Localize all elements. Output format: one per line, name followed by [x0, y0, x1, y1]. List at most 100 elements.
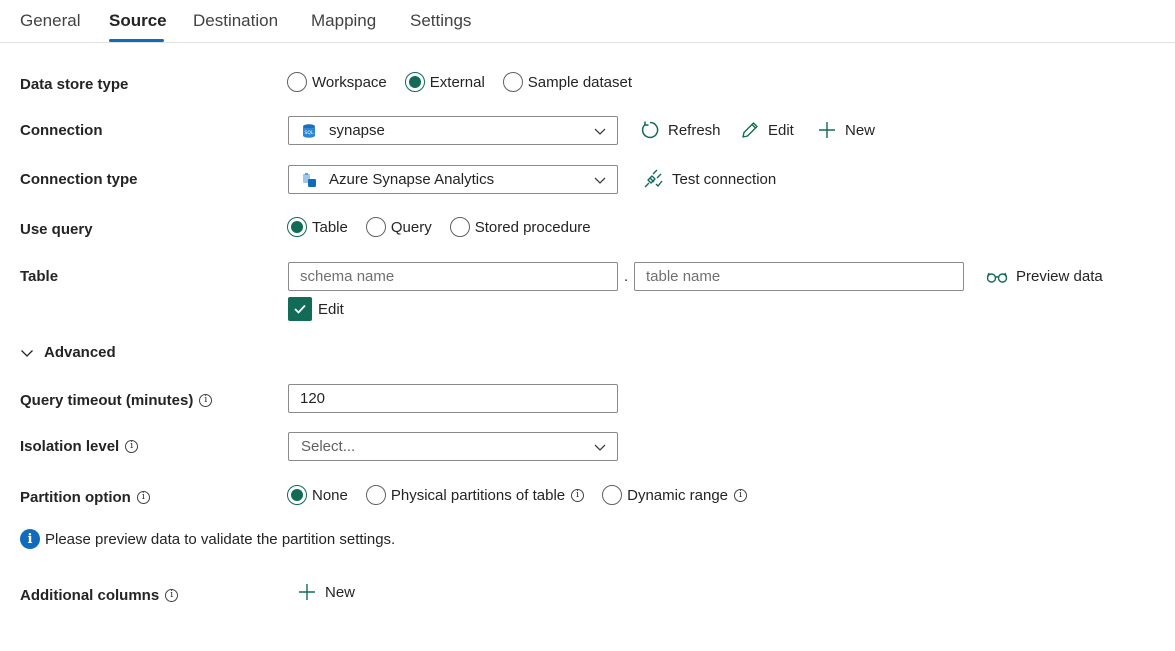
connection-value: synapse [329, 122, 385, 139]
new-label: New [845, 121, 876, 139]
radio-label: Dynamic range [627, 486, 729, 504]
glasses-icon [986, 272, 1008, 283]
checkbox-checked[interactable] [288, 297, 312, 321]
info-icon[interactable]: i [199, 394, 213, 407]
radio-circle[interactable] [449, 217, 470, 237]
info-icon[interactable]: i [165, 589, 179, 602]
radio-circle[interactable] [502, 72, 523, 92]
additional-columns-label: Additional columns i [20, 587, 179, 604]
radio-label: Table [312, 218, 348, 236]
table-name-placeholder: table name [646, 268, 721, 285]
radio-label: Workspace [312, 73, 387, 91]
table-label: Table [20, 268, 59, 285]
use-query-label: Use query [20, 221, 93, 238]
connection-label: Connection [20, 122, 103, 139]
radio-dynamic-range[interactable]: Dynamic range i [602, 485, 748, 505]
query-timeout-label-text: Query timeout (minutes) [20, 392, 194, 409]
refresh-button[interactable]: Refresh [640, 120, 721, 140]
chevron-down-icon [594, 177, 606, 184]
info-icon[interactable]: i [125, 440, 139, 453]
pencil-icon [742, 122, 758, 138]
radio-label: Physical partitions of table [390, 486, 566, 504]
plus-icon [819, 122, 835, 138]
schema-name-placeholder: schema name [300, 268, 395, 285]
active-tab-indicator [109, 39, 164, 42]
edit-connection-button[interactable]: Edit [740, 120, 794, 140]
partition-option-label: Partition option i [20, 489, 150, 506]
radio-sample-dataset[interactable]: Sample dataset [502, 72, 633, 92]
radio-none[interactable]: None [287, 485, 348, 505]
query-timeout-value: 120 [300, 390, 326, 407]
chevron-down-icon [594, 128, 606, 135]
radio-circle[interactable] [365, 217, 386, 237]
tab-settings[interactable]: Settings [410, 11, 471, 31]
preview-data-button[interactable]: Preview data [986, 268, 1103, 285]
svg-text:SQL: SQL [305, 130, 314, 136]
connection-type-label: Connection type [20, 171, 138, 188]
advanced-label: Advanced [44, 344, 116, 361]
query-timeout-label: Query timeout (minutes) i [20, 392, 213, 409]
isolation-level-label-text: Isolation level [20, 438, 120, 455]
isolation-level-dropdown[interactable]: Select... [288, 432, 618, 461]
data-store-type-radio-group: Workspace External Sample dataset [287, 72, 650, 92]
tab-destination[interactable]: Destination [193, 11, 278, 31]
data-store-type-label: Data store type [20, 76, 129, 93]
schema-name-input[interactable]: schema name [288, 262, 618, 291]
radio-circle[interactable] [287, 72, 307, 92]
radio-circle-selected[interactable] [404, 72, 425, 92]
radio-circle-selected[interactable] [287, 485, 307, 505]
synapse-analytics-icon [303, 172, 316, 187]
radio-label: None [312, 486, 348, 504]
schema-table-separator: . [624, 268, 629, 285]
preview-data-label: Preview data [1016, 268, 1103, 285]
refresh-icon [641, 121, 659, 139]
chevron-down-icon [594, 444, 606, 451]
isolation-level-placeholder: Select... [301, 438, 356, 455]
edit-table-checkbox[interactable]: Edit [288, 297, 344, 321]
test-connection-label: Test connection [672, 170, 777, 188]
radio-table[interactable]: Table [287, 217, 348, 237]
tab-mapping[interactable]: Mapping [311, 11, 376, 31]
plus-icon [299, 584, 315, 600]
partition-option-label-text: Partition option [20, 489, 131, 506]
query-timeout-input[interactable]: 120 [288, 384, 618, 413]
radio-workspace[interactable]: Workspace [287, 72, 387, 92]
tab-source[interactable]: Source [109, 11, 167, 31]
info-icon[interactable]: i [571, 488, 585, 502]
new-column-label: New [325, 583, 356, 601]
info-icon[interactable]: i [136, 491, 150, 504]
tab-bar: General Source Destination Mapping Setti… [0, 0, 1175, 43]
connection-type-value: Azure Synapse Analytics [329, 171, 495, 188]
table-name-input[interactable]: table name [634, 262, 964, 291]
info-icon[interactable]: i [734, 488, 748, 502]
checkbox-label: Edit [318, 300, 344, 318]
radio-stored-procedure[interactable]: Stored procedure [449, 217, 591, 237]
connection-dropdown[interactable]: SQL synapse [288, 116, 618, 145]
radio-circle[interactable] [365, 485, 386, 505]
radio-external[interactable]: External [404, 72, 485, 92]
chevron-down-icon [21, 349, 33, 357]
radio-label: Sample dataset [527, 73, 633, 91]
checkmark-icon [294, 304, 306, 314]
radio-label: Stored procedure [474, 218, 591, 236]
advanced-section-toggle[interactable]: Advanced [20, 344, 116, 361]
partition-info-notice: i Please preview data to validate the pa… [20, 529, 395, 549]
edit-label: Edit [768, 121, 794, 139]
tab-general[interactable]: General [20, 11, 80, 31]
radio-circle[interactable] [602, 485, 623, 505]
plug-connection-icon [644, 169, 663, 188]
radio-circle-selected[interactable] [287, 217, 307, 237]
radio-query[interactable]: Query [365, 217, 432, 237]
additional-columns-label-text: Additional columns [20, 587, 160, 604]
radio-physical-partitions[interactable]: Physical partitions of table i [365, 485, 585, 505]
test-connection-button[interactable]: Test connection [642, 169, 776, 189]
add-column-button[interactable]: New [297, 582, 355, 602]
notice-text: Please preview data to validate the part… [45, 530, 396, 548]
new-connection-button[interactable]: New [817, 120, 875, 140]
connection-type-dropdown[interactable]: Azure Synapse Analytics [288, 165, 618, 194]
refresh-label: Refresh [668, 121, 721, 139]
isolation-level-label: Isolation level i [20, 438, 139, 455]
sql-database-icon: SQL [303, 123, 315, 138]
partition-option-radio-group: None Physical partitions of table i Dyna… [287, 485, 765, 505]
radio-label: Query [390, 218, 432, 236]
